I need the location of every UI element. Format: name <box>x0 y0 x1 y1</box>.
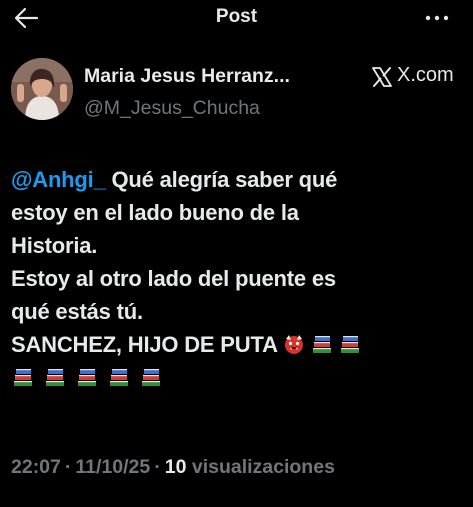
mention-link[interactable]: @Anhgi_ <box>11 167 106 192</box>
source-text: X.com <box>397 64 454 86</box>
post-metadata: 22:07 · 11/10/25 · 10 visualizaciones <box>11 456 335 479</box>
post-time[interactable]: 22:07 <box>11 456 61 478</box>
views-label: visualizaciones <box>191 456 335 478</box>
tweet-line-6: SANCHEZ, HIJO DE PUTA <box>11 328 466 361</box>
ogre-face-icon <box>282 332 306 356</box>
tweet-line-3: Historia. <box>11 233 98 258</box>
views-count: 10 <box>164 456 187 478</box>
x-logo-icon <box>372 67 392 87</box>
books-icon <box>310 332 334 356</box>
books-icon <box>139 365 163 389</box>
books-icon <box>43 365 67 389</box>
tweet-text: @Anhgi_ Qué alegría saber qué estoy en e… <box>11 163 466 394</box>
tweet-line-5: qué estás tú. <box>11 299 143 324</box>
post-date[interactable]: 11/10/25 <box>75 456 150 478</box>
tweet-line-6-text: SANCHEZ, HIJO DE PUTA <box>11 332 278 357</box>
books-icon <box>75 365 99 389</box>
tweet-line-7 <box>11 361 466 394</box>
page-title: Post <box>215 6 258 27</box>
author-handle[interactable]: @M_Jesus_Chucha <box>84 97 260 120</box>
tweet-line-2: estoy en el lado bueno de la <box>11 200 299 225</box>
tweet-line-1-text: Qué alegría saber qué <box>105 167 338 192</box>
books-icon <box>11 365 35 389</box>
tweet-line-4: Estoy al otro lado del puente es <box>11 266 336 291</box>
tweet-line-1: @Anhgi_ Qué alegría saber qué <box>11 163 466 196</box>
books-icon <box>338 332 362 356</box>
avatar[interactable] <box>11 58 73 120</box>
more-options-icon[interactable] <box>424 10 450 26</box>
meta-separator: · <box>154 456 161 478</box>
meta-separator: · <box>64 456 72 478</box>
top-bar: Post <box>0 0 473 36</box>
books-icon <box>107 365 131 389</box>
author-display-name[interactable]: Maria Jesus Herranz... <box>84 65 290 88</box>
